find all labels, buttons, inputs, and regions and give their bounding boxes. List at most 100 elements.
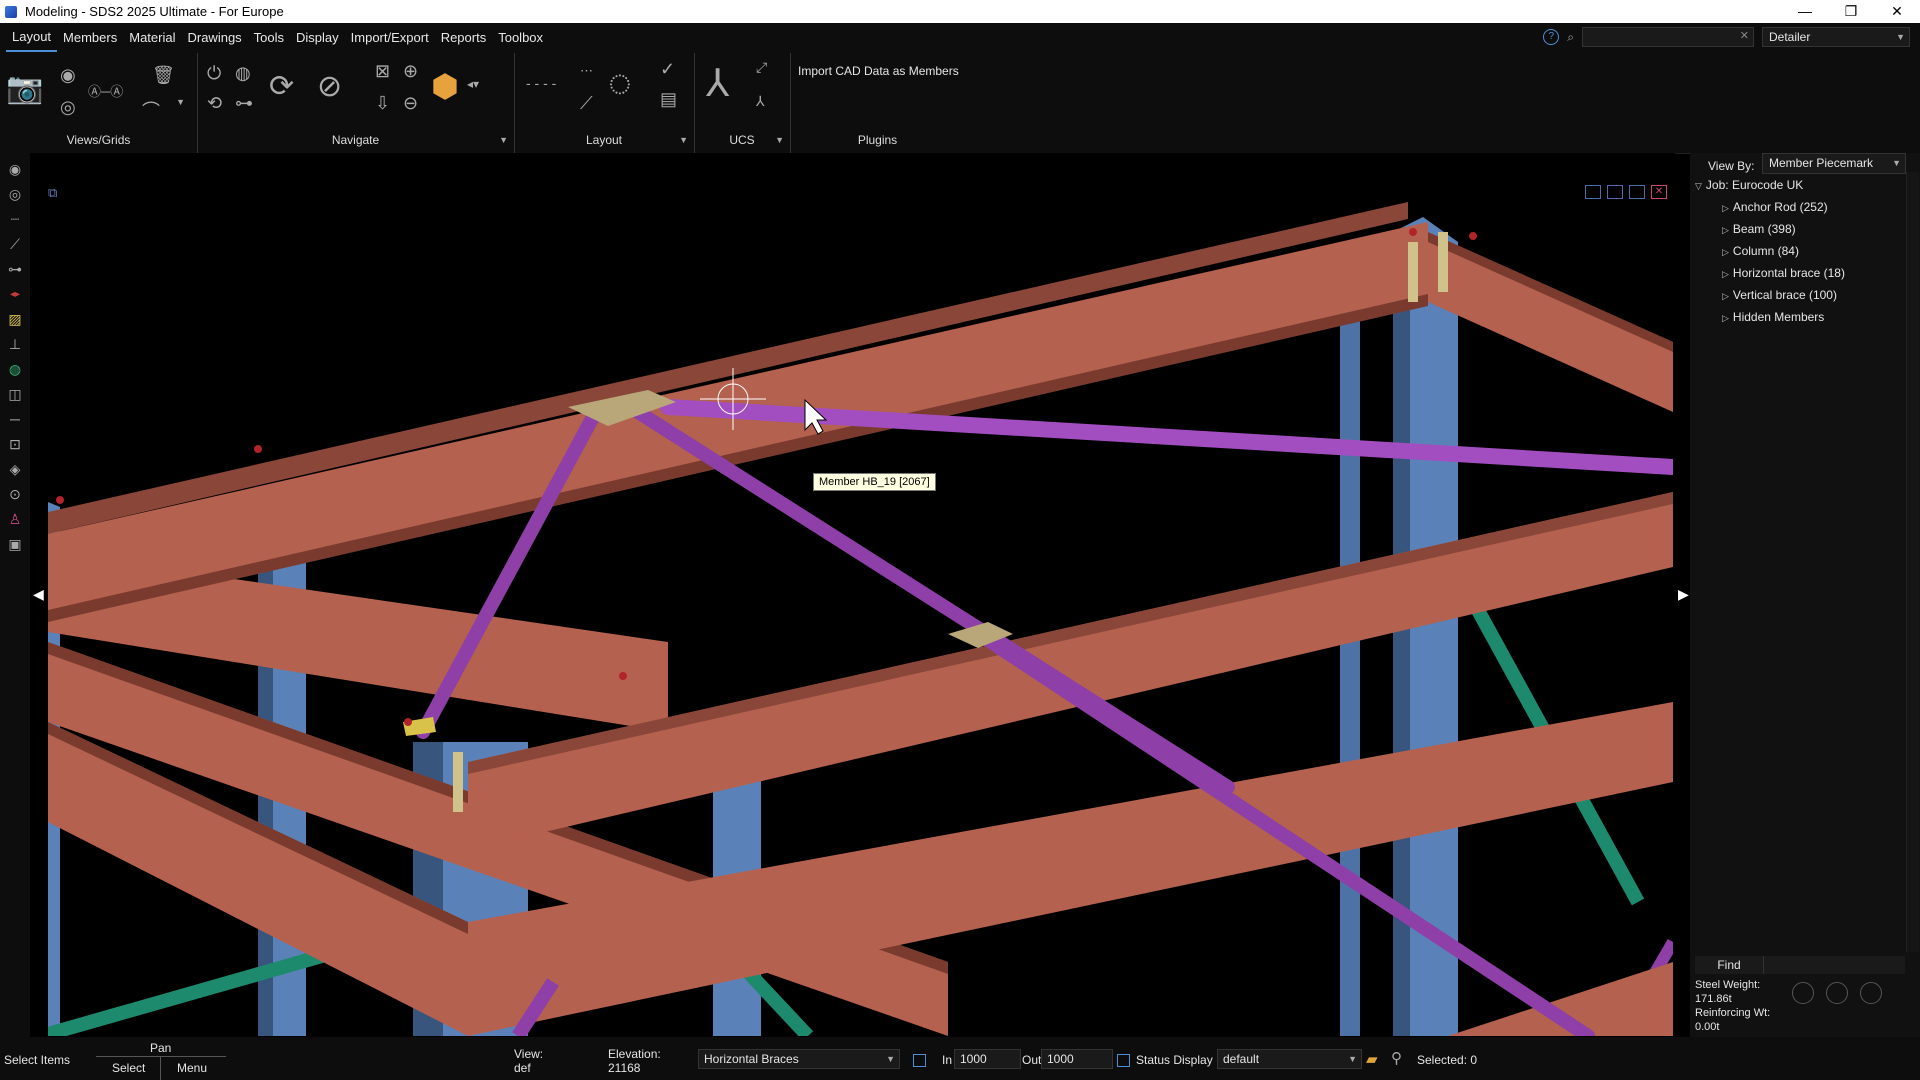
expanded-caret-icon[interactable]: ▽ (1695, 181, 1702, 191)
tab-tools[interactable]: Tools (248, 23, 290, 53)
inspect-icon[interactable]: ⚲ (1391, 1049, 1402, 1067)
zoom-camera-icon[interactable]: ◍ (235, 63, 251, 84)
collapsed-caret-icon[interactable]: ▷ (1722, 291, 1729, 301)
cube-view-icon[interactable]: ⬢ (431, 67, 459, 105)
tree-item-vertical-brace[interactable]: ▷ Vertical brace (100) (1695, 284, 1905, 306)
view-settings-icon[interactable]: ⊘ (317, 69, 342, 104)
tree-job-node[interactable]: ▽ Job: Eurocode UK (1695, 174, 1905, 196)
measure-icon[interactable]: ⟋ (0, 232, 30, 257)
camera-icon[interactable]: 📷 (6, 71, 43, 106)
tab-material[interactable]: Material (123, 23, 181, 53)
dimension-icon[interactable]: ◂▸ (0, 282, 30, 307)
in-out-checkbox[interactable] (913, 1054, 926, 1067)
arc-grid-icon[interactable]: ⌒ (142, 97, 160, 123)
angled-line-icon[interactable]: ⟋ (580, 93, 593, 114)
close-button[interactable]: ✕ (1874, 0, 1920, 23)
collapsed-caret-icon[interactable]: ▷ (1722, 203, 1729, 213)
layout-table-icon[interactable]: ▤ (660, 89, 677, 110)
collapsed-caret-icon[interactable]: ▷ (1722, 313, 1729, 323)
dotted-line-icon[interactable]: ┈ (0, 207, 30, 232)
pan-icon[interactable]: ⊶ (235, 93, 253, 114)
folder-icon[interactable]: ▰ (1366, 1050, 1378, 1068)
tab-members[interactable]: Members (57, 23, 123, 53)
zoom-extents-icon[interactable]: ⊠ (375, 61, 390, 82)
tab-import-export[interactable]: Import/Export (345, 23, 435, 53)
chevron-down-icon[interactable]: ▼ (176, 97, 185, 107)
restore-button[interactable]: ❐ (1828, 0, 1874, 23)
tree-item-hidden-members[interactable]: ▷ Hidden Members (1695, 306, 1905, 328)
select-button[interactable]: Select (112, 1061, 145, 1075)
tree-item-beam[interactable]: ▷ Beam (398) (1695, 218, 1905, 240)
ucs-origin-icon[interactable]: ⅄ (756, 93, 765, 110)
navigate-icon[interactable]: ◈ (0, 457, 30, 482)
tab-layout[interactable]: Layout (6, 24, 58, 52)
model-canvas[interactable] (48, 202, 1673, 1036)
view-mode-icon[interactable]: ◂▾ (467, 77, 479, 91)
tab-toolbox[interactable]: Toolbox (492, 23, 549, 53)
ucs-axes-icon[interactable]: ⅄ (706, 61, 729, 106)
tile-view-icon[interactable] (1607, 185, 1623, 199)
hatch-icon[interactable]: ▨ (0, 307, 30, 332)
help-icon[interactable]: ? (1543, 29, 1560, 45)
view-camera-icon[interactable]: ◉ (60, 65, 76, 86)
reference-icon[interactable]: ⊡ (0, 432, 30, 457)
filter-select[interactable]: Horizontal Braces ▼ (698, 1049, 900, 1069)
target-icon[interactable]: ◍ (0, 357, 30, 382)
refresh-view-icon[interactable]: ⟳ (269, 69, 294, 104)
construction-line-icon[interactable]: ⋯ (580, 63, 593, 79)
status-display-select[interactable]: default ▼ (1217, 1049, 1362, 1069)
distance-icon[interactable]: ⊶ (0, 257, 30, 282)
find-button[interactable]: Find (1695, 956, 1764, 974)
tab-drawings[interactable]: Drawings (181, 23, 247, 53)
status-display-checkbox[interactable] (1117, 1054, 1130, 1067)
zoom-out-icon[interactable]: ⊖ (403, 93, 418, 114)
collapsed-caret-icon[interactable]: ▷ (1722, 225, 1729, 235)
locate-icon[interactable]: ⊙ (0, 482, 30, 507)
member-settings-icon[interactable] (1826, 982, 1848, 1004)
panel-scrollbar[interactable] (1906, 172, 1919, 952)
view-edit-icon[interactable]: ◎ (60, 97, 76, 118)
view-icon[interactable]: ◎ (0, 182, 30, 207)
orbit-icon[interactable]: ⏻ (207, 63, 221, 84)
snap-icon[interactable]: ◫ (0, 382, 30, 407)
collapsed-caret-icon[interactable]: ▷ (1722, 247, 1729, 257)
menu-button[interactable]: Menu (177, 1061, 207, 1075)
clear-search-icon[interactable]: ✕ (1740, 29, 1749, 42)
collapsed-caret-icon[interactable]: ▷ (1722, 269, 1729, 279)
grid-line-icon[interactable]: Ⓐ─Ⓐ (88, 81, 123, 100)
member-tool-icon[interactable]: ⊥ (0, 332, 30, 357)
member-status-icon[interactable] (1860, 982, 1882, 1004)
split-view-icon[interactable] (1585, 185, 1601, 199)
view-layout-icon[interactable]: ⧉ (48, 185, 57, 201)
ucs-rotate-icon[interactable]: ⤢ (756, 59, 767, 76)
tree-item-horizontal-brace[interactable]: ▷ Horizontal brace (18) (1695, 262, 1905, 284)
camera-icon[interactable]: ◉ (0, 157, 30, 182)
zoom-in-icon[interactable]: ⊕ (403, 61, 418, 82)
dashed-line-icon[interactable]: - - - - (526, 75, 556, 91)
pointer-icon[interactable]: ⇩ (375, 93, 390, 114)
model-viewport[interactable] (48, 202, 1673, 1036)
close-view-icon[interactable]: ✕ (1651, 185, 1667, 199)
search-input[interactable]: ✕ (1582, 27, 1754, 47)
minimize-button[interactable]: — (1782, 0, 1828, 23)
tab-display[interactable]: Display (290, 23, 345, 53)
paint-icon[interactable]: ♙ (0, 507, 30, 532)
scroll-left-icon[interactable]: ◀ (33, 586, 44, 603)
role-select[interactable]: Detailer ▼ (1762, 27, 1910, 47)
in-input[interactable]: 1000 (954, 1049, 1021, 1069)
member-search-icon[interactable] (1792, 982, 1814, 1004)
rotate-icon[interactable]: ⟲ (207, 93, 222, 114)
tab-reports[interactable]: Reports (435, 23, 493, 53)
tree-item-column[interactable]: ▷ Column (84) (1695, 240, 1905, 262)
delete-grid-icon[interactable]: 🗑 (152, 65, 175, 86)
tree-item-anchor-rod[interactable]: ▷ Anchor Rod (252) (1695, 196, 1905, 218)
out-input[interactable]: 1000 (1041, 1049, 1113, 1069)
import-cad-button[interactable]: Import CAD Data as Members (798, 64, 959, 78)
check-line-icon[interactable]: ✓ (660, 59, 675, 80)
circle-icon[interactable]: ◌ (608, 63, 632, 103)
scroll-right-icon[interactable]: ▶ (1678, 586, 1689, 603)
single-view-icon[interactable] (1629, 185, 1645, 199)
column-right-front[interactable] (1340, 257, 1360, 1036)
snapshot-icon[interactable]: ▣ (0, 532, 30, 557)
view-by-select[interactable]: Member Piecemark ▼ (1762, 153, 1906, 174)
